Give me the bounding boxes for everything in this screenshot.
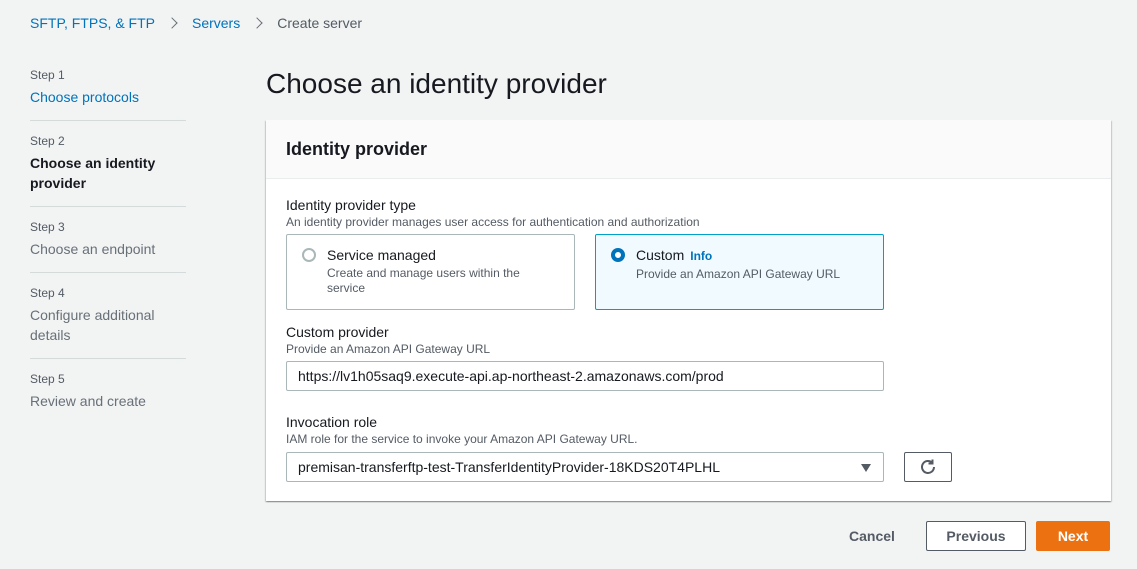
- step-1: Step 1 Choose protocols: [30, 68, 186, 107]
- radio-button-selected[interactable]: [611, 248, 625, 262]
- chevron-right-icon: [166, 17, 178, 29]
- tile-title: Service managed: [327, 247, 436, 263]
- field-description: Provide an Amazon API Gateway URL: [286, 342, 491, 356]
- step-4-label: Configure additional details: [30, 307, 155, 343]
- step-number: Step 4: [30, 286, 65, 300]
- tile-title: Custom Info: [636, 247, 869, 264]
- step-4: Step 4 Configure additional details: [30, 286, 186, 345]
- field-label: Custom provider: [286, 324, 389, 340]
- tile-description: Provide an Amazon API Gateway URL: [636, 267, 841, 281]
- page-title: Choose an identity provider: [266, 68, 607, 99]
- wizard-steps: Step 1 Choose protocols Step 2 Choose an…: [30, 68, 186, 411]
- tile-service-managed[interactable]: Service managed Create and manage users …: [286, 234, 575, 310]
- info-link[interactable]: Info: [690, 249, 712, 263]
- caret-down-icon: [861, 464, 871, 472]
- breadcrumb-sftp-link[interactable]: SFTP, FTPS, & FTP: [30, 15, 155, 31]
- breadcrumb-servers-link[interactable]: Servers: [192, 15, 240, 31]
- custom-provider-url-input[interactable]: https://lv1h05saq9.execute-api.ap-northe…: [286, 361, 884, 391]
- step-number: Step 2: [30, 134, 65, 148]
- step-3-label: Choose an endpoint: [30, 241, 156, 257]
- identity-provider-container: Identity provider Identity provider type…: [266, 120, 1111, 501]
- divider: [30, 358, 186, 359]
- field-description: IAM role for the service to invoke your …: [286, 432, 638, 446]
- custom-provider-field-header: Custom provider Provide an Amazon API Ga…: [286, 323, 490, 357]
- refresh-button[interactable]: [904, 452, 952, 482]
- field-description: An identity provider manages user access…: [286, 215, 700, 229]
- step-5: Step 5 Review and create: [30, 372, 186, 411]
- idp-type-field-header: Identity provider type An identity provi…: [286, 196, 700, 230]
- step-5-label: Review and create: [30, 393, 146, 409]
- invocation-role-field-header: Invocation role IAM role for the service…: [286, 413, 638, 447]
- breadcrumb: SFTP, FTPS, & FTP Servers Create server: [30, 15, 362, 31]
- step-2: Step 2 Choose an identity provider: [30, 134, 186, 193]
- cancel-button[interactable]: Cancel: [832, 521, 912, 551]
- tile-description: Create and manage users within the servi…: [327, 266, 520, 295]
- next-button[interactable]: Next: [1036, 521, 1110, 551]
- step-number: Step 1: [30, 68, 65, 82]
- step-2-label: Choose an identity provider: [30, 155, 156, 191]
- field-label: Identity provider type: [286, 197, 416, 213]
- step-number: Step 3: [30, 220, 65, 234]
- invocation-role-select[interactable]: premisan-transferftp-test-TransferIdenti…: [286, 452, 884, 482]
- refresh-icon: [921, 459, 935, 474]
- step-1-link[interactable]: Choose protocols: [30, 87, 186, 107]
- select-value: premisan-transferftp-test-TransferIdenti…: [298, 459, 720, 475]
- breadcrumb-current: Create server: [277, 15, 363, 31]
- field-label: Invocation role: [286, 414, 378, 430]
- step-number: Step 5: [30, 372, 65, 386]
- divider: [30, 206, 186, 207]
- tile-custom[interactable]: Custom Info Provide an Amazon API Gateway…: [595, 234, 884, 310]
- divider: [30, 272, 186, 273]
- radio-button[interactable]: [302, 248, 316, 262]
- chevron-right-icon: [251, 17, 263, 29]
- idp-type-tiles: Service managed Create and manage users …: [286, 234, 884, 310]
- divider: [30, 120, 186, 121]
- container-header: Identity provider: [266, 120, 1111, 179]
- previous-button[interactable]: Previous: [926, 521, 1026, 551]
- step-3: Step 3 Choose an endpoint: [30, 220, 186, 259]
- tile-title-text: Custom: [636, 247, 685, 263]
